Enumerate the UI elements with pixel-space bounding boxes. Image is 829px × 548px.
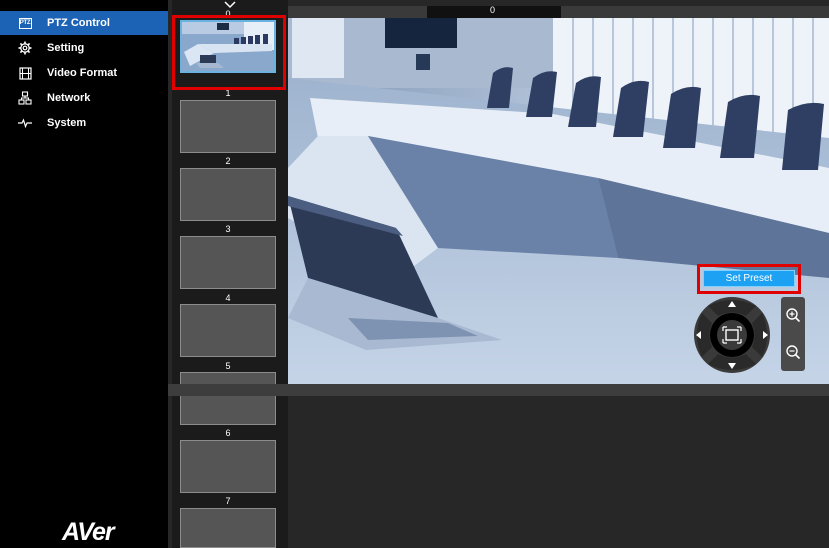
sidebar-item-label: Network <box>47 92 91 104</box>
sidebar-item-ptz-control[interactable]: PTZ PTZ Control <box>0 11 168 35</box>
preset-thumbnail-4[interactable] <box>180 304 276 357</box>
zoom-out-icon[interactable] <box>785 344 801 360</box>
preset-label: 2 <box>225 156 231 166</box>
sidebar-item-label: Setting <box>47 42 85 54</box>
film-icon <box>18 66 32 80</box>
current-preset-number: 0 <box>490 5 496 15</box>
gear-icon <box>18 41 32 55</box>
highlight-set-preset <box>697 264 801 294</box>
preset-label: 6 <box>225 428 231 438</box>
sidebar-item-label: System <box>47 117 87 129</box>
preset-thumbnail-5[interactable] <box>180 372 276 425</box>
preset-label: 4 <box>225 293 231 303</box>
zoom-panel <box>781 297 805 371</box>
network-icon <box>18 91 32 105</box>
preset-thumbnail-2[interactable] <box>180 168 276 221</box>
sidebar: PTZ PTZ Control Setting Video Format Net… <box>0 0 168 548</box>
preset-thumbnail-3[interactable] <box>180 236 276 289</box>
aver-logo: AVer <box>62 518 115 546</box>
sidebar-item-label: PTZ Control <box>47 17 110 29</box>
ptz-direction-pad <box>690 296 774 374</box>
sidebar-item-system[interactable]: System <box>0 111 168 135</box>
sidebar-item-video-format[interactable]: Video Format <box>0 61 168 85</box>
ptz-icon: PTZ <box>18 16 32 30</box>
preset-label: 5 <box>225 361 231 371</box>
sidebar-item-network[interactable]: Network <box>0 86 168 110</box>
pulse-icon <box>18 116 32 130</box>
zoom-in-icon[interactable] <box>785 307 801 323</box>
preset-label: 7 <box>225 496 231 506</box>
preset-label: 3 <box>225 224 231 234</box>
preset-thumbnail-7[interactable] <box>180 508 276 548</box>
sidebar-item-label: Video Format <box>47 67 118 79</box>
camera-view-footer <box>168 384 829 396</box>
highlight-preset-0 <box>172 15 286 90</box>
preset-thumbnail-6[interactable] <box>180 440 276 493</box>
preset-thumbnail-1[interactable] <box>180 100 276 153</box>
sidebar-item-setting[interactable]: Setting <box>0 36 168 60</box>
